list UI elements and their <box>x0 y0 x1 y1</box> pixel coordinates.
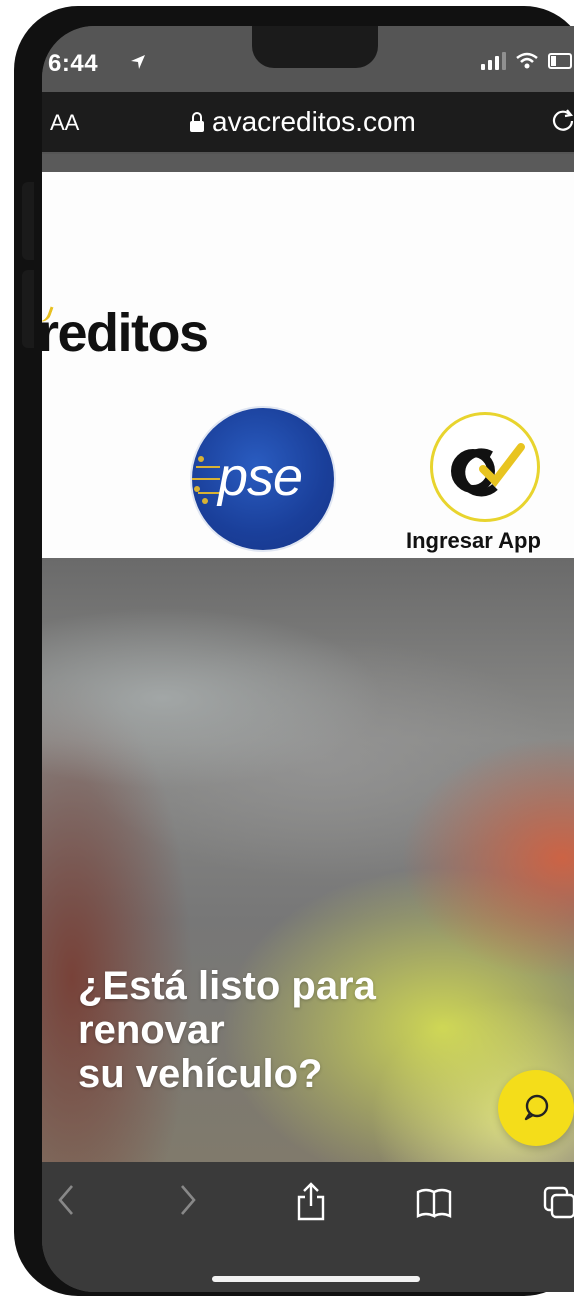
browser-toolbar <box>42 1162 574 1292</box>
url-bar: AA avacreditos.com <box>42 92 574 154</box>
ingresar-app-label[interactable]: Ingresar App <box>406 528 541 554</box>
pse-payment-button[interactable]: pse <box>192 408 334 550</box>
notch <box>252 26 378 68</box>
signal-icon <box>481 52 506 70</box>
back-icon[interactable] <box>54 1182 78 1223</box>
bookmarks-icon[interactable] <box>416 1182 452 1227</box>
site-header: reditos pse Ingresar App <box>42 172 574 558</box>
site-logo[interactable]: reditos <box>42 302 209 364</box>
lock-icon <box>190 111 204 132</box>
hero-banner: ¿Está listo para renovar su vehículo? <box>42 558 574 1162</box>
url-bar-shadow <box>42 154 574 172</box>
chat-button[interactable] <box>498 1070 574 1146</box>
domain-text: avacreditos.com <box>212 106 416 137</box>
home-indicator[interactable] <box>212 1276 420 1282</box>
hero-headline: ¿Está listo para renovar su vehículo? <box>78 964 508 1096</box>
forward-icon[interactable] <box>176 1182 200 1223</box>
headline-line: renovar <box>78 1008 225 1052</box>
reload-icon[interactable] <box>550 106 574 139</box>
location-arrow-icon <box>130 54 146 75</box>
volume-up-button <box>22 182 34 260</box>
domain-display[interactable]: avacreditos.com <box>190 106 416 138</box>
status-icons <box>481 52 572 70</box>
reader-view-button[interactable]: AA <box>50 110 79 136</box>
share-icon[interactable] <box>296 1182 326 1227</box>
battery-icon <box>548 53 572 69</box>
volume-down-button <box>22 270 34 348</box>
pse-logo-text: pse <box>218 447 303 507</box>
chat-bubble-icon <box>524 1094 549 1121</box>
status-time: 6:44 <box>48 50 99 77</box>
status-bar: 6:44 <box>42 26 574 92</box>
phone-frame: 6:44 AA avacreditos.com reditos pse Ingr… <box>14 6 574 1296</box>
headline-line: ¿Está listo para <box>78 964 376 1008</box>
tabs-icon[interactable] <box>542 1182 574 1227</box>
app-logo-icon[interactable] <box>430 412 540 522</box>
address-field[interactable]: AA avacreditos.com <box>42 92 574 152</box>
headline-line: su vehículo? <box>78 1052 323 1096</box>
screen: 6:44 AA avacreditos.com reditos pse Ingr… <box>42 26 574 1292</box>
wifi-icon <box>516 52 538 69</box>
